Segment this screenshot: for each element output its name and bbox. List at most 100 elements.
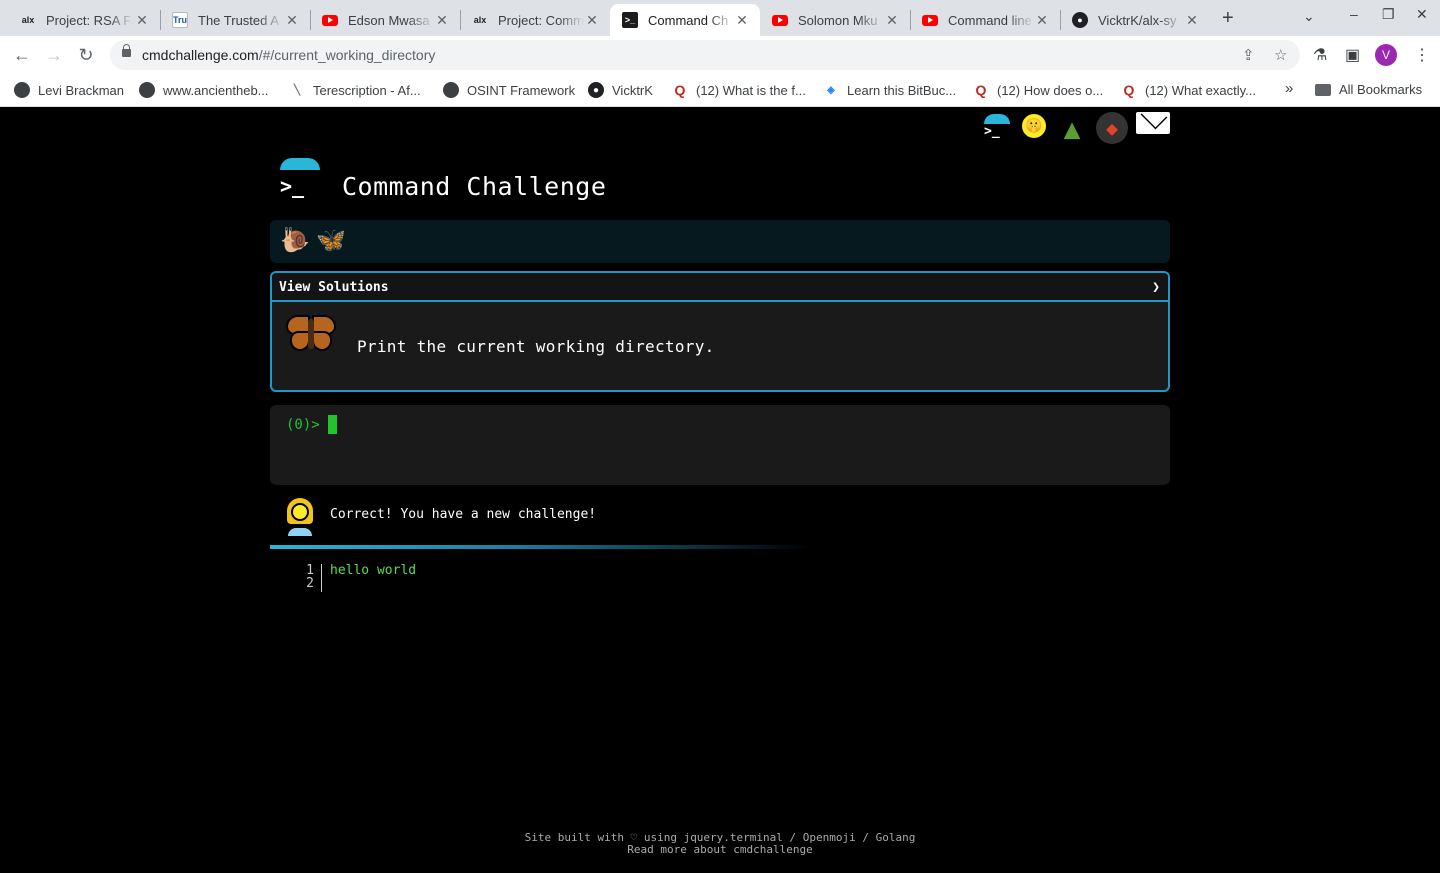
challenge-card: View Solutions ❯ Print the current worki… [270,271,1170,392]
trusted-icon: Tru [172,12,188,28]
terminal-icon: >_ [622,12,638,28]
result-message: Correct! You have a new challenge! [330,507,597,522]
minimize-icon[interactable]: – [1350,6,1358,22]
tab-title: Edson Mwasa [348,12,430,28]
challenge-description: Print the current working directory. [357,337,715,356]
tab-command-line[interactable]: Command line ✕ [910,4,1060,36]
bookmark-item[interactable]: OSINT Framework [443,82,575,98]
bookmark-item[interactable]: Q (12) How does o... [973,82,1104,98]
profile-avatar[interactable]: V [1375,44,1397,66]
bookmark-item[interactable]: ╲ Terescription - Af... [289,82,421,98]
quora-icon: Q [674,82,686,98]
bookmark-star-icon[interactable]: ☆ [1274,46,1287,64]
github-icon: ● [588,82,604,98]
butterfly-icon[interactable]: 🦋 [316,226,346,254]
close-icon[interactable]: ✕ [434,12,450,29]
tab-project-comm[interactable]: alx Project: Comm ✕ [460,4,610,36]
page-title: Command Challenge [342,172,607,201]
folder-icon [1315,83,1331,96]
side-panel-icon[interactable]: ▣ [1345,45,1360,65]
result-notice: Correct! You have a new challenge! [282,494,882,538]
cmdchallenge-logo-icon[interactable]: >_ [982,112,1012,142]
bookmark-item[interactable]: ◈ Learn this BitBuc... [823,82,956,98]
close-icon[interactable]: ✕ [884,12,900,29]
share-icon[interactable]: ⇪ [1242,46,1255,64]
line-number: 2 [306,576,314,591]
bookmark-item[interactable]: www.ancientheb... [139,82,269,98]
back-arrow-icon[interactable]: ← [10,43,34,67]
reload-icon[interactable]: ↻ [74,43,98,67]
browser-toolbar: ← → ↻ cmdchallenge.com/#/current_working… [0,36,1440,74]
close-icon[interactable]: ✕ [134,12,150,29]
bookmarks-overflow-button[interactable]: » [1285,80,1293,97]
achievement-badges: 🐌 🦋 [270,220,1170,263]
tab-title: The Trusted A [198,12,279,28]
mail-icon[interactable] [1136,112,1170,134]
youtube-icon [322,14,338,26]
bitbucket-icon: ◈ [827,84,835,96]
line-numbers: 1 2 [296,564,322,592]
progress-divider [270,545,810,549]
terminal-input[interactable]: (0)> [270,405,1170,485]
quora-icon: Q [975,82,987,98]
tab-trusted[interactable]: Tru The Trusted A ✕ [160,4,310,36]
tab-title: Project: Comm [498,12,584,28]
tab-title: VicktrK/alx-sy [1098,12,1177,28]
forward-arrow-icon[interactable]: → [42,43,66,67]
bookmark-item[interactable]: ● VicktrK [588,82,653,98]
tab-github[interactable]: ● VicktrK/alx-sy ✕ [1060,4,1210,36]
youtube-icon [922,14,938,26]
restore-icon[interactable]: ❐ [1382,6,1395,23]
globe-icon [14,82,30,98]
tab-edson[interactable]: Edson Mwasa ✕ [310,4,460,36]
shushing-face-icon[interactable]: 🤫 [1020,112,1048,140]
page-content: >_ 🤫 ▲ ◆ >_ Command Challenge 🐌 🦋 View S… [0,108,1440,873]
chevron-right-icon: ❯ [1152,280,1160,295]
tab-solomon[interactable]: Solomon Mku ✕ [760,4,910,36]
close-icon[interactable]: ✕ [734,12,750,29]
bookmark-item[interactable]: Q (12) What exactly... [1121,82,1256,98]
tab-command-challenge[interactable]: >_ Command Ch ✕ [610,4,760,36]
address-bar[interactable]: cmdchallenge.com/#/current_working_direc… [110,40,1300,70]
close-icon[interactable]: ✕ [1034,12,1050,29]
all-bookmarks-button[interactable]: All Bookmarks [1315,82,1422,97]
labs-flask-icon[interactable]: ⚗ [1313,45,1327,65]
tab-search-icon[interactable]: ⌄ [1303,8,1315,25]
bookmarks-bar: Levi Brackman www.ancientheb... ╲ Terescr… [0,74,1440,107]
view-solutions-toggle[interactable]: View Solutions ❯ [272,273,1168,302]
gitlab-icon[interactable]: ◆ [1096,112,1128,144]
quora-icon: Q [1123,82,1135,98]
tab-title: Project: RSA Fa [46,12,134,28]
top-nav-icons: >_ 🤫 ▲ ◆ [982,112,1170,145]
view-solutions-label: View Solutions [279,280,389,295]
alx-icon: alx [21,15,35,25]
footer: Site built with ♡ using jquery.terminal … [0,832,1440,856]
bookmark-item[interactable]: Q (12) What is the f... [672,82,806,98]
close-icon[interactable]: ✕ [1184,12,1200,29]
menu-kebab-icon[interactable]: ⋮ [1414,45,1430,65]
alx-icon: alx [473,15,487,25]
tree-icon[interactable]: ▲ [1056,112,1088,145]
terminal-cursor [328,415,337,434]
site-logo: >_ [278,158,322,202]
close-window-icon[interactable]: ✕ [1416,6,1428,23]
snail-icon[interactable]: 🐌 [280,226,310,254]
new-tab-button[interactable]: + [1222,7,1234,30]
url-text[interactable]: cmdchallenge.com/#/current_working_direc… [142,47,435,63]
pen-icon: ╲ [293,84,301,96]
footer-about-link[interactable]: Read more about cmdchallenge [0,844,1440,856]
globe-icon [443,82,459,98]
bookmark-item[interactable]: Levi Brackman [14,82,124,98]
close-icon[interactable]: ✕ [584,12,600,29]
tab-strip: alx Project: RSA Fa ✕ Tru The Trusted A … [0,0,1440,36]
terminal-prompt: (0)> [286,417,320,433]
tab-title: Solomon Mku [798,12,878,28]
output-lines: hello world [330,564,416,577]
close-icon[interactable]: ✕ [284,12,300,29]
tab-rsa[interactable]: alx Project: RSA Fa ✕ [8,4,160,36]
globe-icon [139,82,155,98]
github-icon: ● [1072,12,1088,28]
lock-icon [122,44,131,57]
output-editor: 1 2 hello world [296,564,696,594]
moth-icon [284,313,338,357]
